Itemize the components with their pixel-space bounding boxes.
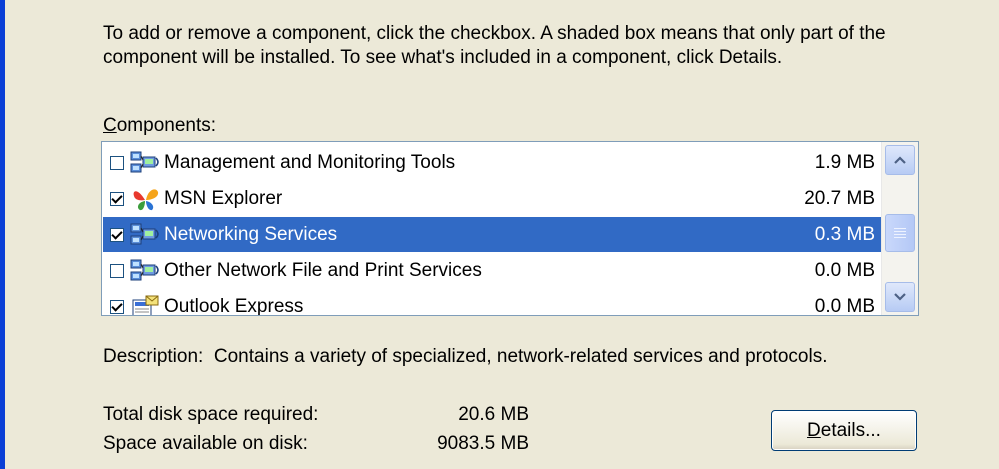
component-checkbox[interactable]	[110, 227, 124, 242]
network-computers-icon	[130, 150, 162, 176]
description: Description: Contains a variety of speci…	[103, 346, 827, 368]
components-label-text: omponents:	[116, 115, 217, 136]
vertical-scrollbar[interactable]	[881, 142, 918, 315]
instructions-text: To add or remove a component, click the …	[103, 23, 886, 68]
component-checkbox[interactable]	[110, 191, 124, 206]
component-row[interactable]: MSN Explorer 20.7 MB	[103, 181, 881, 216]
disk-available-value: 9083.5 MB	[437, 433, 529, 454]
component-name: Management and Monitoring Tools	[164, 151, 456, 173]
disk-required-value: 20.6 MB	[458, 404, 529, 425]
component-row[interactable]: Outlook Express 0.0 MB	[103, 289, 881, 316]
component-name: Networking Services	[164, 223, 338, 245]
chevron-down-icon	[894, 293, 906, 301]
details-button[interactable]: Details...	[771, 410, 917, 451]
component-size: 20.7 MB	[804, 187, 875, 209]
scroll-down-button[interactable]	[885, 282, 915, 312]
component-name: Other Network File and Print Services	[164, 259, 482, 281]
components-label-accelerator: C	[103, 115, 117, 136]
disk-available-label: Space available on disk:	[103, 433, 308, 454]
details-label: etails...	[820, 419, 881, 441]
outlook-express-icon	[130, 294, 162, 315]
network-computers-icon	[130, 222, 162, 248]
component-row[interactable]: Networking Services 0.3 MB	[103, 217, 881, 252]
component-checkbox[interactable]	[110, 299, 124, 314]
chevron-up-icon	[894, 156, 906, 164]
component-checkbox[interactable]	[110, 263, 124, 278]
component-name: Outlook Express	[164, 295, 304, 316]
network-computers-icon	[130, 258, 162, 284]
component-size: 0.3 MB	[814, 223, 875, 245]
scroll-up-button[interactable]	[885, 145, 915, 175]
component-size: 0.0 MB	[814, 259, 875, 281]
component-size: 0.0 MB	[814, 295, 875, 316]
components-label: Components:	[103, 115, 216, 137]
msn-butterfly-icon	[130, 186, 162, 212]
disk-required-label: Total disk space required:	[103, 404, 319, 425]
description-text: Contains a variety of specialized, netwo…	[213, 346, 828, 367]
window-left-border	[0, 0, 5, 469]
scroll-thumb[interactable]	[885, 214, 915, 252]
component-checkbox[interactable]	[110, 155, 124, 170]
component-row[interactable]: Other Network File and Print Services 0.0…	[103, 253, 881, 288]
component-size: 1.9 MB	[814, 151, 875, 173]
component-row[interactable]: Management and Monitoring Tools 1.9 MB	[103, 145, 881, 180]
details-accelerator: D	[807, 419, 821, 441]
components-listbox[interactable]: Management and Monitoring Tools 1.9 MB MSN…	[101, 141, 919, 316]
description-label: Description:	[103, 346, 204, 367]
component-name: MSN Explorer	[164, 187, 283, 209]
